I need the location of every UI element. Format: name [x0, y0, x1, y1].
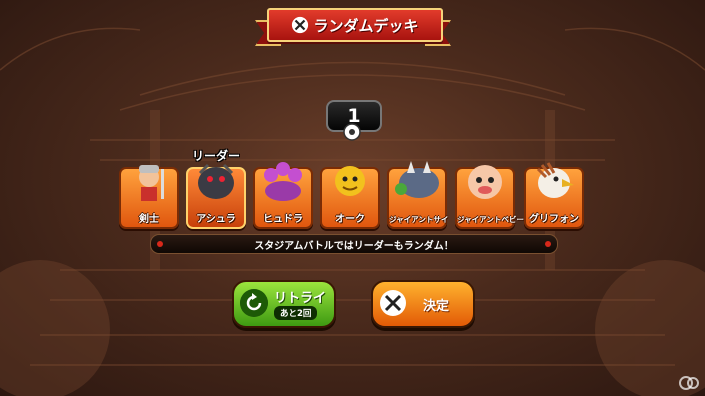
hydra-icon [264, 162, 302, 201]
monster-card-ashura[interactable]: アシュラ [186, 163, 246, 229]
monster-name: 剣士 [139, 214, 159, 225]
monster-name: ジャイアントベビー [457, 215, 524, 224]
retry-label: リトライ [274, 291, 327, 306]
page-title: ランダムデッキ [313, 16, 419, 35]
info-text: スタジアムバトルではリーダーもランダム！ [254, 240, 454, 252]
retry-icon [240, 289, 268, 317]
giant-rhino-icon [395, 161, 439, 198]
crossed-swords-icon [380, 290, 406, 316]
retry-button[interactable]: リトライ あと2回 [232, 280, 336, 328]
monster-name: アシュラ [196, 214, 236, 225]
monster-card-hydra[interactable]: ヒュドラ [253, 162, 313, 229]
confirm-label: 決定 [423, 299, 450, 314]
monster-name: グリフォン [529, 214, 579, 225]
monster-name: ジャイアントサイ [389, 215, 449, 224]
info-dot-right [545, 241, 551, 247]
gear-icon [343, 123, 361, 141]
ashura-icon [198, 163, 234, 199]
retry-remaining: あと2回 [274, 306, 318, 320]
monster-card-griffon[interactable]: グリフォン [524, 162, 584, 229]
monster-name: ヒュドラ [263, 214, 303, 225]
confirm-button[interactable]: 決定 [371, 280, 475, 328]
info-dot-left [157, 241, 163, 247]
monster-card-giant-baby[interactable]: ジャイアントベビー [455, 165, 524, 229]
ribbon-band: ランダムデッキ [267, 8, 443, 42]
giant-baby-icon [468, 165, 502, 199]
monster-card-swordsman[interactable]: 剣士 [119, 165, 179, 229]
griffon-icon [536, 162, 574, 198]
title-ribbon: ランダムデッキ [255, 8, 451, 46]
swordsman-icon [139, 165, 164, 201]
monster-card-orc[interactable]: オーク [320, 166, 380, 229]
crossed-swords-icon [292, 16, 309, 34]
orc-icon [335, 166, 365, 196]
site-logo-icon [679, 376, 699, 390]
info-banner: スタジアムバトルではリーダーもランダム！ [150, 234, 558, 254]
monster-card-giant-rhino[interactable]: ジャイアントサイ [387, 161, 449, 229]
monster-name: オーク [335, 214, 365, 225]
